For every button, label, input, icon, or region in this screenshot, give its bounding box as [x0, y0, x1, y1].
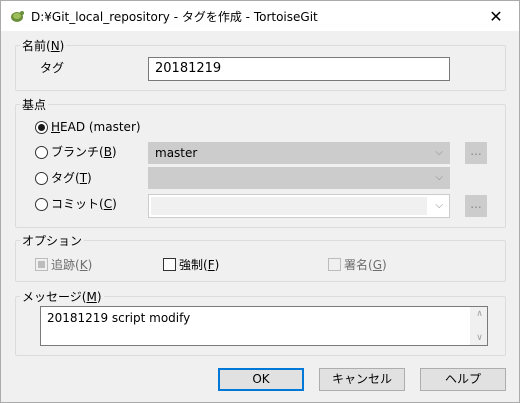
chevron-down-icon: ⌵ — [435, 147, 443, 158]
title-bar: D:¥Git_local_repository - タグを作成 - Tortoi… — [1, 1, 519, 31]
commit-select[interactable]: ⌵ — [148, 194, 450, 218]
scroll-down-icon[interactable]: ∨ — [471, 331, 488, 345]
create-tag-dialog: D:¥Git_local_repository - タグを作成 - Tortoi… — [0, 0, 520, 403]
tag-name-input[interactable]: 20181219 — [148, 57, 450, 81]
commit-browse-button[interactable]: ... — [465, 195, 487, 217]
radio-tag[interactable] — [35, 172, 48, 185]
tortoisegit-icon — [11, 11, 24, 22]
radio-head[interactable] — [35, 121, 48, 134]
tag-select[interactable]: ⌵ — [148, 167, 450, 189]
cancel-button[interactable]: キャンセル — [319, 368, 405, 391]
branch-label: ブランチ(B) — [51, 145, 117, 159]
options-group-label: オプション — [20, 234, 85, 248]
track-label: 追跡(K) — [51, 258, 93, 272]
radio-branch[interactable] — [35, 146, 48, 159]
message-textarea[interactable]: 20181219 script modify ∧ ∨ — [40, 306, 488, 346]
chevron-down-icon: ⌵ — [435, 200, 443, 211]
track-checkbox[interactable] — [35, 258, 48, 271]
force-checkbox[interactable] — [163, 258, 176, 271]
tag-name-label: タグ — [40, 61, 65, 75]
help-button[interactable]: ヘルプ — [420, 368, 506, 391]
close-button[interactable]: ✕ — [473, 1, 519, 31]
branch-select[interactable]: master ⌵ — [148, 142, 450, 164]
chevron-down-icon: ⌵ — [435, 172, 443, 183]
message-group-label: メッセージ(M) — [20, 290, 104, 304]
head-label: HEAD (master) — [51, 120, 141, 134]
scroll-up-icon[interactable]: ∧ — [471, 307, 488, 321]
base-group-label: 基点 — [20, 98, 49, 112]
ok-button[interactable]: OK — [218, 368, 304, 391]
name-group-label: 名前(N) — [20, 39, 67, 53]
radio-commit[interactable] — [35, 198, 48, 211]
sign-label: 署名(G) — [344, 258, 387, 272]
window-title: D:¥Git_local_repository - タグを作成 - Tortoi… — [31, 10, 318, 24]
sign-checkbox[interactable] — [328, 258, 341, 271]
message-scrollbar[interactable]: ∧ ∨ — [470, 307, 487, 345]
commit-select-field — [151, 197, 427, 215]
branch-browse-button[interactable]: ... — [465, 142, 487, 164]
commit-label: コミット(C) — [51, 197, 117, 211]
tag-label: タグ(T) — [51, 171, 92, 185]
force-label: 強制(F) — [179, 258, 220, 272]
close-icon: ✕ — [489, 6, 503, 26]
